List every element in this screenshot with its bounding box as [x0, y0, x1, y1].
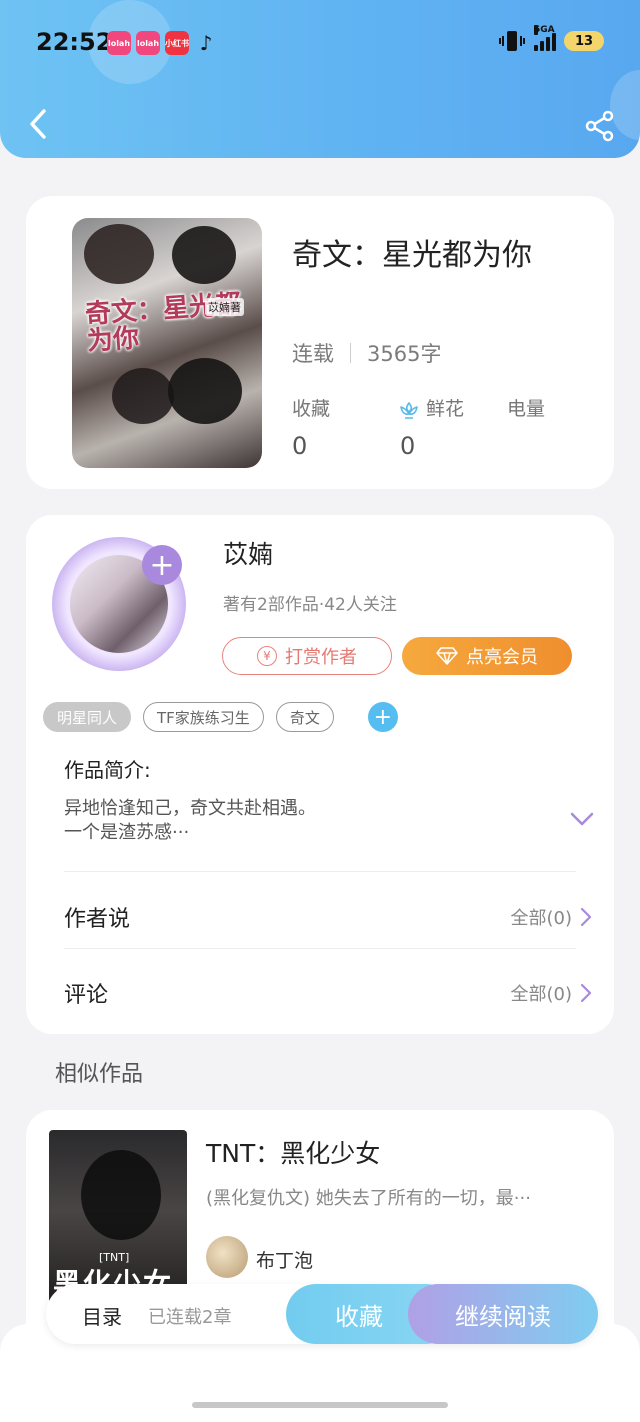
continue-reading-button[interactable]: 继续阅读 [408, 1284, 598, 1344]
table-of-contents-button[interactable]: 目录 [82, 1301, 122, 1330]
book-cover[interactable]: 奇文：星光都为你 苡婻著 [72, 218, 262, 468]
tag-item[interactable]: 明星同人 [43, 702, 132, 732]
activate-vip-label: 点亮会员 [466, 647, 538, 668]
yen-icon: ¥ [257, 646, 277, 666]
similar-work-desc: (黑化复仇文) 她失去了所有的一切，最··· [206, 1188, 531, 1209]
follow-button[interactable]: + [142, 545, 182, 585]
tag-item[interactable]: TF家族练习生 [143, 702, 264, 732]
similar-work-author: 布丁泡 [256, 1250, 314, 1272]
cover-figure [168, 358, 242, 424]
author-meta: 著有2部作品·42人关注 [223, 595, 397, 615]
intro-line: 异地恰逢知己，奇文共赴相遇。 [64, 798, 316, 819]
bottom-action-bar: 目录 已连载2章 收藏 继续阅读 [46, 1284, 598, 1344]
tag-item[interactable]: 奇文 [275, 702, 334, 732]
stat-label-flowers: 鲜花 [426, 398, 465, 420]
intro-line: 一个是渣苏感··· [64, 822, 190, 843]
similar-work-title: TNT：黑化少女 [206, 1139, 381, 1168]
chapter-count: 已连载2章 [148, 1307, 232, 1328]
cover-figure [84, 224, 154, 284]
chevron-right-icon [580, 983, 592, 1003]
book-status-row: 连载 3565字 [292, 338, 441, 368]
serial-status: 连载 [292, 342, 334, 366]
share-icon [585, 110, 614, 142]
avatar [206, 1236, 248, 1278]
chevron-down-icon [570, 812, 594, 826]
top-header: 22:52 lolah lolah 小红书 ♪ 5GA 13 [0, 0, 640, 158]
continue-reading-label: 继续阅读 [455, 1302, 551, 1331]
author-name[interactable]: 苡婻 [223, 535, 273, 571]
intro-text: 异地恰逢知己，奇文共赴相遇。 一个是渣苏感··· [64, 797, 316, 845]
word-count: 3565字 [367, 342, 442, 366]
add-favorite-label: 收藏 [335, 1302, 383, 1331]
flower-icon [400, 401, 418, 419]
chevron-right-icon [580, 907, 592, 927]
cover-figure [172, 226, 236, 284]
comments-label[interactable]: 评论 [64, 977, 108, 1009]
comments-all-link[interactable]: 全部(0) [511, 980, 593, 1006]
cover-figure [81, 1150, 161, 1240]
tip-author-label: 打赏作者 [285, 647, 357, 668]
status-time: 22:52 [36, 28, 113, 56]
author-says-count: 全部(0) [510, 908, 573, 929]
stat-flowers[interactable]: 鲜花 [398, 394, 464, 421]
stat-label-favorites: 收藏 [292, 398, 331, 420]
status-app-icons: lolah lolah 小红书 ♪ [107, 31, 218, 55]
status-indicators: 5GA 13 [498, 25, 604, 52]
tip-author-button[interactable]: ¥ 打赏作者 [222, 637, 392, 675]
douyin-app-icon: ♪ [199, 31, 213, 55]
author-says-all-link[interactable]: 全部(0) [511, 904, 593, 930]
divider [64, 871, 576, 872]
book-info-card: 奇文：星光都为你 苡婻著 奇文：星光都为你 连载 3565字 收藏 鲜花 电量 … [26, 196, 614, 489]
signal-icon: 5GA [534, 25, 556, 51]
vibrate-icon [499, 31, 525, 51]
battery-indicator: 13 [564, 31, 604, 51]
add-tag-button[interactable]: + [367, 702, 398, 732]
author-says-label[interactable]: 作者说 [64, 901, 130, 933]
cover-figure [112, 368, 174, 424]
divider [350, 343, 351, 363]
similar-work-cover[interactable]: [TNT] 黑化少女 [49, 1130, 187, 1310]
share-button[interactable] [580, 106, 620, 146]
comments-count: 全部(0) [510, 984, 573, 1005]
expand-intro-button[interactable] [570, 811, 594, 831]
similar-works-title: 相似作品 [55, 1062, 144, 1087]
cover-author: 苡婻著 [205, 298, 244, 316]
author-card: + 苡婻 著有2部作品·42人关注 ¥ 打赏作者 点亮会员 明星同人 TF家族练… [26, 515, 614, 1034]
book-title: 奇文：星光都为你 [292, 238, 532, 273]
diamond-icon [436, 647, 458, 665]
lolah-app-icon: lolah [136, 31, 160, 55]
stat-value-flowers: 0 [400, 432, 416, 460]
back-button[interactable] [20, 104, 56, 144]
home-indicator[interactable] [192, 1402, 448, 1408]
network-label: 5GA [534, 25, 555, 35]
lolah-app-icon: lolah [107, 31, 131, 55]
stat-label-power: 电量 [507, 398, 546, 420]
chevron-left-icon [30, 109, 46, 139]
intro-label: 作品简介: [64, 758, 151, 782]
xiaohongshu-app-icon: 小红书 [165, 31, 189, 55]
author-avatar-frame[interactable]: + [52, 537, 186, 671]
tag-list: 明星同人 TF家族练习生 奇文 + [43, 702, 398, 732]
stat-value-favorites: 0 [292, 432, 308, 460]
divider [64, 948, 576, 949]
activate-vip-button[interactable]: 点亮会员 [402, 637, 572, 675]
